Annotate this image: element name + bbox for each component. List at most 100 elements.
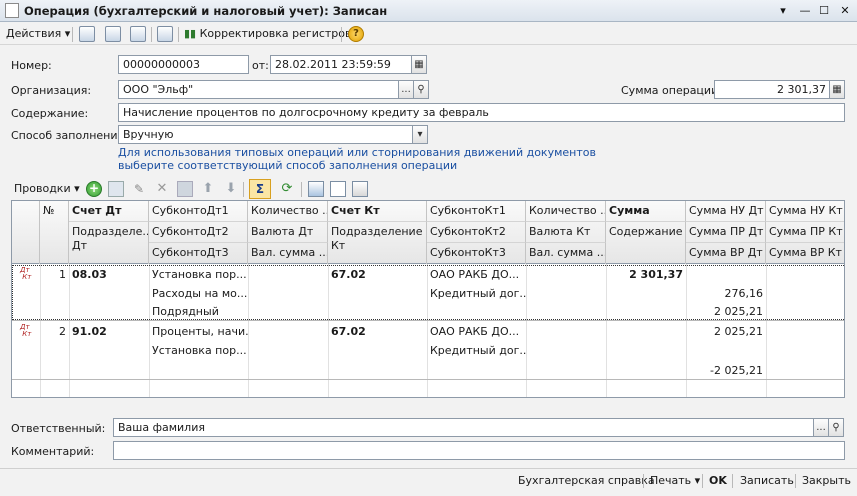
date-label: от: <box>252 59 269 72</box>
window-title: Операция (бухгалтерский и налоговый учет… <box>24 4 388 18</box>
bottom-command-bar: Бухгалтерская справка Печать ▾ OK Записа… <box>0 468 857 492</box>
comment-field[interactable] <box>113 441 845 460</box>
col-qty-dt-header[interactable]: Количество ... <box>248 201 328 222</box>
open-search-icon[interactable]: ⚲ <box>828 418 844 437</box>
edit-icon[interactable]: ✎ <box>131 181 147 197</box>
print-list-icon[interactable] <box>352 181 368 197</box>
entries-grid[interactable]: № Счет Дт СубконтоДт1 Количество ... Сче… <box>11 200 845 398</box>
account-dt[interactable]: 91.02 <box>69 323 149 341</box>
ok-button[interactable]: OK <box>709 474 727 487</box>
arrow-down-icon[interactable]: ⬇ <box>223 181 239 197</box>
responsible-field[interactable]: Ваша фамилия <box>113 418 814 437</box>
col-subconto-kt3-header[interactable]: СубконтоКт3 <box>427 243 526 264</box>
subconto-dt2[interactable]: Расходы на мо... <box>149 285 248 303</box>
col-subconto-kt2-header[interactable]: СубконтоКт2 <box>427 222 526 243</box>
post-document-icon[interactable] <box>79 26 95 42</box>
refresh-icon[interactable]: ⟳ <box>279 181 295 197</box>
col-content-header[interactable]: Содержание <box>606 222 686 264</box>
subconto-kt2[interactable]: Кредитный дог... <box>427 342 526 360</box>
comment-label: Комментарий: <box>11 445 95 458</box>
row-number: 1 <box>59 268 66 281</box>
sum-nu-dt[interactable]: 2 025,21 <box>686 323 766 341</box>
col-subconto-dt2-header[interactable]: СубконтоДт2 <box>149 222 248 243</box>
sum-value[interactable]: 2 301,37 <box>606 266 686 284</box>
subconto-dt1[interactable]: Проценты, начи... <box>149 323 248 341</box>
responsible-label: Ответственный: <box>11 422 106 435</box>
account-kt[interactable]: 67.02 <box>328 266 427 284</box>
calendar-icon[interactable]: ▦ <box>411 55 427 74</box>
close-button[interactable]: Закрыть <box>802 474 851 487</box>
create-based-icon[interactable] <box>130 26 146 42</box>
toolbar-separator <box>301 182 302 197</box>
content-label: Содержание: <box>11 107 89 120</box>
sum-vr-dt[interactable]: -2 025,21 <box>686 362 766 380</box>
minimize-button[interactable]: — <box>797 3 813 18</box>
close-window-button[interactable]: ✕ <box>837 3 853 18</box>
col-currency-dt-header[interactable]: Валюта Дт <box>248 222 328 243</box>
col-dept-kt-header[interactable]: Подразделение Кт <box>328 222 427 264</box>
content-field[interactable]: Начисление процентов по долгосрочному кр… <box>118 103 845 122</box>
delete-icon[interactable]: ✕ <box>154 181 170 197</box>
print-menu[interactable]: Печать ▾ <box>650 474 700 487</box>
accounting-report-button[interactable]: Бухгалтерская справка <box>518 474 655 487</box>
select-ellipsis-button[interactable]: ... <box>813 418 829 437</box>
col-account-dt-header[interactable]: Счет Дт <box>69 201 149 222</box>
number-field[interactable]: 00000000003 <box>118 55 249 74</box>
col-subconto-kt1-header[interactable]: СубконтоКт1 <box>427 201 526 222</box>
save-button[interactable]: Записать <box>740 474 794 487</box>
actions-label: Действия <box>6 27 62 40</box>
sum-totals-icon[interactable]: Σ <box>249 179 271 199</box>
subconto-kt2[interactable]: Кредитный дог... <box>427 285 526 303</box>
col-sum-pr-kt-header[interactable]: Сумма ПР Кт <box>766 222 844 243</box>
subconto-kt1[interactable]: ОАО РАКБ ДО... <box>427 323 526 341</box>
col-account-kt-header[interactable]: Счет Кт <box>328 201 427 222</box>
col-sum-vr-kt-header[interactable]: Сумма ВР Кт <box>766 243 844 264</box>
toolbar-separator <box>178 27 179 42</box>
col-sum-vr-dt-header[interactable]: Сумма ВР Дт <box>686 243 766 264</box>
subconto-dt2[interactable]: Установка пор... <box>149 342 248 360</box>
sum-field[interactable]: 2 301,37 <box>714 80 830 99</box>
col-sum-pr-dt-header[interactable]: Сумма ПР Дт <box>686 222 766 243</box>
fill-method-select[interactable]: Вручную <box>118 125 413 144</box>
subconto-dt1[interactable]: Установка пор... <box>149 266 248 284</box>
help-icon[interactable]: ? <box>348 26 364 42</box>
copy-row-icon[interactable] <box>108 181 124 197</box>
structure-icon[interactable] <box>157 26 173 42</box>
chevron-down-icon[interactable]: ▾ <box>412 125 428 144</box>
show-movements-icon[interactable] <box>105 26 121 42</box>
col-qty-kt-header[interactable]: Количество ... <box>526 201 606 222</box>
subconto-dt3[interactable]: Подрядный <box>149 303 248 321</box>
col-currency-kt-header[interactable]: Валюта Кт <box>526 222 606 243</box>
col-sum-nu-kt-header[interactable]: Сумма НУ Кт <box>766 201 844 222</box>
col-cur-sum-dt-header[interactable]: Вал. сумма ... <box>248 243 328 264</box>
account-dt[interactable]: 08.03 <box>69 266 149 284</box>
corrections-button[interactable]: ▮▮ Корректировка регистров <box>184 25 352 43</box>
col-dept-dt-header[interactable]: Подразделе... Дт <box>69 222 149 264</box>
add-row-icon[interactable]: + <box>86 181 102 197</box>
entries-menu[interactable]: Проводки ▾ <box>14 180 80 198</box>
open-search-icon[interactable]: ⚲ <box>413 80 429 99</box>
print-label: Печать <box>650 474 692 487</box>
col-subconto-dt1-header[interactable]: СубконтоДт1 <box>149 201 248 222</box>
entries-toolbar: Проводки ▾ + ✎ ✕ ⬆ ⬇ Σ ⟳ <box>0 178 857 200</box>
maximize-button[interactable]: ☐ <box>816 3 832 18</box>
subconto-kt1[interactable]: ОАО РАКБ ДО... <box>427 266 526 284</box>
sum-vr-dt[interactable]: 2 025,21 <box>686 303 766 321</box>
col-sum-header[interactable]: Сумма <box>606 201 686 222</box>
arrow-up-icon[interactable]: ⬆ <box>200 181 216 197</box>
select-ellipsis-button[interactable]: ... <box>398 80 414 99</box>
account-kt[interactable]: 67.02 <box>328 323 427 341</box>
window-menu-icon[interactable]: ▾ <box>775 3 791 18</box>
actions-menu[interactable]: Действия ▾ <box>6 25 70 43</box>
col-cur-sum-kt-header[interactable]: Вал. сумма ... <box>526 243 606 264</box>
end-edit-icon[interactable] <box>177 181 193 197</box>
org-field[interactable]: ООО "Эльф" <box>118 80 399 99</box>
filter-icon[interactable] <box>330 181 346 197</box>
col-num-header[interactable]: № <box>40 201 69 264</box>
date-field[interactable]: 28.02.2011 23:59:59 <box>270 55 412 74</box>
calculator-icon[interactable]: ▦ <box>829 80 845 99</box>
settings-icon[interactable] <box>308 181 324 197</box>
col-sum-nu-dt-header[interactable]: Сумма НУ Дт <box>686 201 766 222</box>
col-subconto-dt3-header[interactable]: СубконтоДт3 <box>149 243 248 264</box>
sum-pr-dt[interactable]: 276,16 <box>686 285 766 303</box>
